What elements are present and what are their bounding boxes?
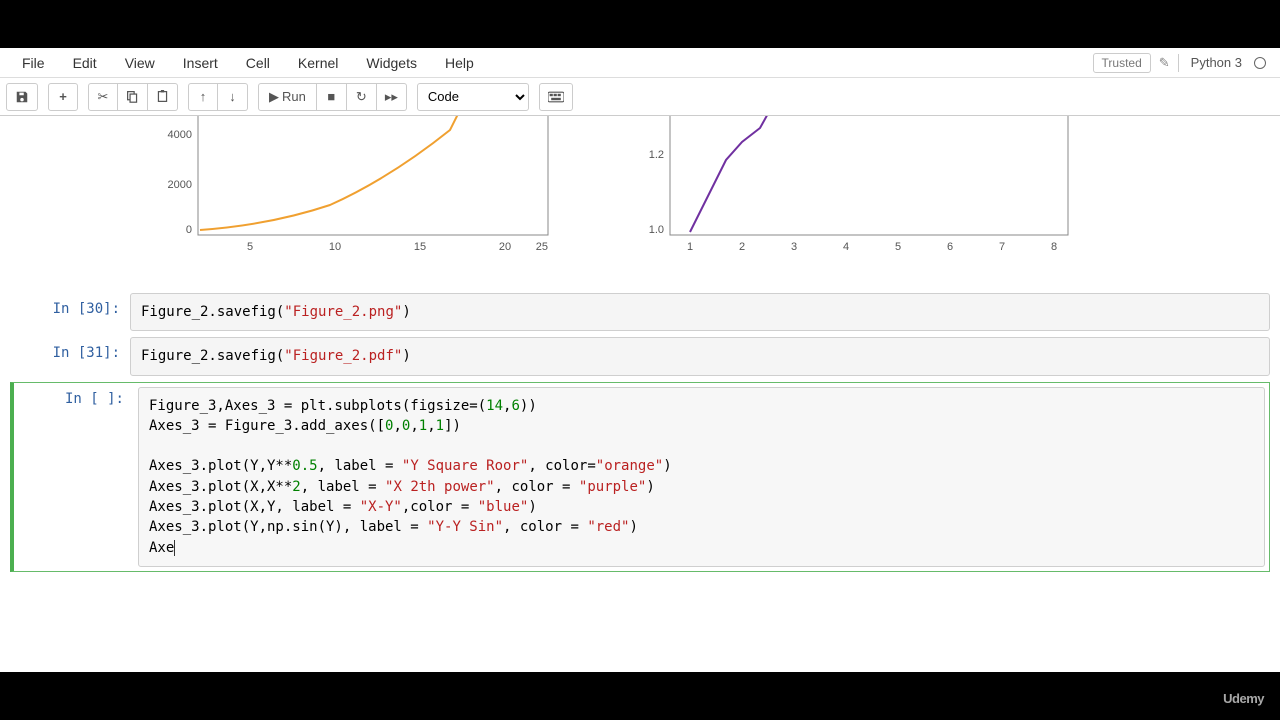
- cut-button[interactable]: ✂: [88, 83, 118, 111]
- menu-bar: File Edit View Insert Cell Kernel Widget…: [0, 48, 1280, 78]
- add-cell-button[interactable]: +: [48, 83, 78, 111]
- svg-text:25: 25: [536, 241, 548, 253]
- prompt: In [ ]:: [14, 383, 134, 571]
- top-black-bar: [0, 0, 1280, 48]
- code-input[interactable]: Figure_3,Axes_3 = plt.subplots(figsize=(…: [138, 387, 1265, 567]
- svg-text:1.2: 1.2: [649, 149, 664, 161]
- svg-text:7: 7: [999, 241, 1005, 253]
- restart-run-all-button[interactable]: ▸▸: [377, 83, 407, 111]
- code-cell-active[interactable]: In [ ]: Figure_3,Axes_3 = plt.subplots(f…: [10, 382, 1270, 572]
- svg-text:6: 6: [947, 241, 953, 253]
- prompt: In [30]:: [10, 293, 130, 331]
- code-input[interactable]: Figure_2.savefig("Figure_2.png"): [130, 293, 1270, 331]
- svg-text:10: 10: [329, 241, 341, 253]
- svg-text:2: 2: [739, 241, 745, 253]
- code-cell-31[interactable]: In [31]: Figure_2.savefig("Figure_2.pdf"…: [10, 337, 1270, 375]
- run-button[interactable]: ▶Run: [258, 83, 317, 111]
- svg-text:5: 5: [247, 241, 253, 253]
- svg-text:5: 5: [895, 241, 901, 253]
- menu-file[interactable]: File: [8, 51, 59, 75]
- svg-text:4: 4: [843, 241, 849, 253]
- command-palette-button[interactable]: [539, 83, 573, 111]
- svg-text:1: 1: [687, 241, 693, 253]
- move-up-button[interactable]: ↑: [188, 83, 218, 111]
- svg-text:0: 0: [186, 224, 192, 236]
- restart-button[interactable]: ↻: [347, 83, 377, 111]
- svg-text:1.0: 1.0: [649, 224, 664, 236]
- paste-button[interactable]: [148, 83, 178, 111]
- menu-help[interactable]: Help: [431, 51, 488, 75]
- kernel-name[interactable]: Python 3: [1191, 55, 1242, 70]
- pencil-icon[interactable]: ✎: [1159, 55, 1170, 71]
- interrupt-button[interactable]: ■: [317, 83, 347, 111]
- notebook-area[interactable]: 4000 2000 0 5 10 15 20 25 1.2 1.0 1 2 3 …: [0, 116, 1280, 672]
- udemy-logo: Udemy: [1223, 691, 1264, 706]
- menu-edit[interactable]: Edit: [59, 51, 111, 75]
- svg-text:20: 20: [499, 241, 511, 253]
- copy-button[interactable]: [118, 83, 148, 111]
- prompt: In [31]:: [10, 337, 130, 375]
- save-button[interactable]: [6, 83, 38, 111]
- bottom-black-bar: Udemy: [0, 672, 1280, 720]
- plot-left: 4000 2000 0 5 10 15 20 25: [150, 116, 550, 275]
- plot-right: 1.2 1.0 1 2 3 4 5 6 7 8: [630, 116, 1070, 275]
- menu-view[interactable]: View: [111, 51, 169, 75]
- code-cell-30[interactable]: In [30]: Figure_2.savefig("Figure_2.png"…: [10, 293, 1270, 331]
- svg-text:15: 15: [414, 241, 426, 253]
- divider: [1178, 54, 1179, 72]
- menu-cell[interactable]: Cell: [232, 51, 284, 75]
- code-input[interactable]: Figure_2.savefig("Figure_2.pdf"): [130, 337, 1270, 375]
- svg-text:2000: 2000: [168, 179, 192, 191]
- trusted-indicator[interactable]: Trusted: [1093, 53, 1151, 73]
- menu-widgets[interactable]: Widgets: [352, 51, 431, 75]
- svg-text:3: 3: [791, 241, 797, 253]
- output-plots: 4000 2000 0 5 10 15 20 25 1.2 1.0 1 2 3 …: [10, 116, 1270, 287]
- toolbar: + ✂ ↑ ↓ ▶Run ■ ↻ ▸▸ Code: [0, 78, 1280, 116]
- cell-type-select[interactable]: Code: [417, 83, 529, 111]
- move-down-button[interactable]: ↓: [218, 83, 248, 111]
- menu-insert[interactable]: Insert: [169, 51, 232, 75]
- svg-text:8: 8: [1051, 241, 1057, 253]
- menu-kernel[interactable]: Kernel: [284, 51, 352, 75]
- svg-text:4000: 4000: [168, 129, 192, 141]
- kernel-idle-icon: [1254, 57, 1266, 69]
